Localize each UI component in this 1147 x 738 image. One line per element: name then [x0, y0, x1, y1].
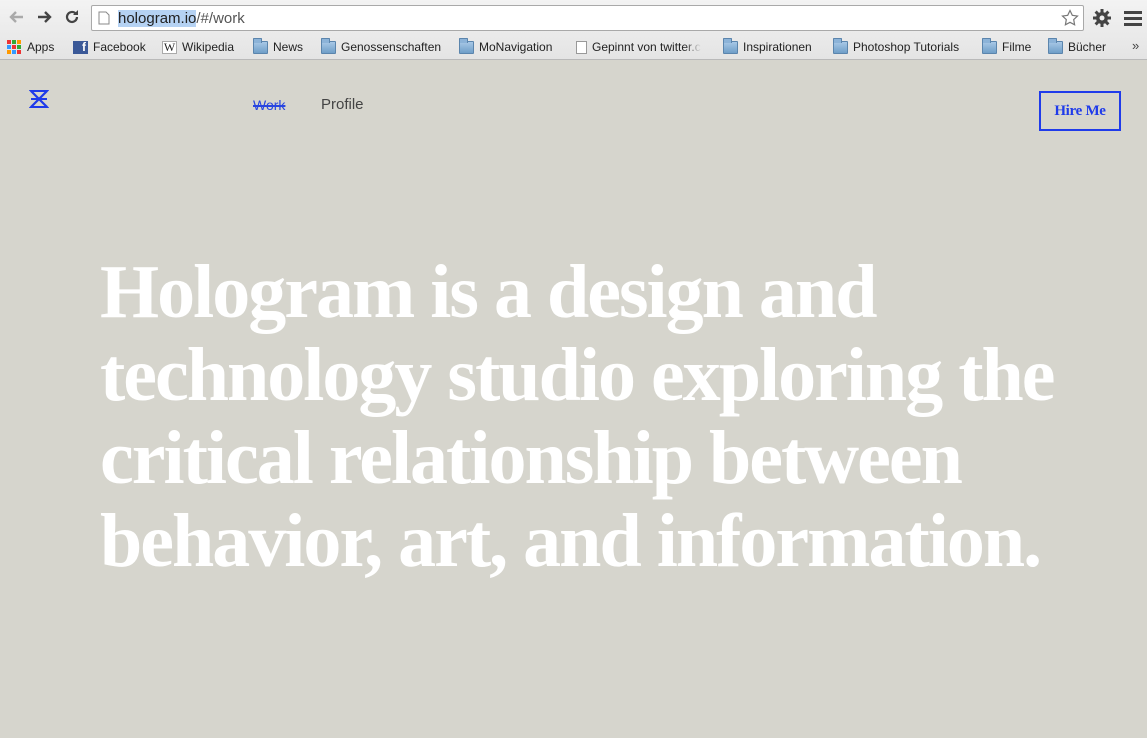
bookmark-folder-buecher[interactable]: Bücher — [1048, 37, 1106, 56]
bookmarks-overflow-button[interactable]: » — [1132, 38, 1139, 53]
page-icon — [98, 11, 110, 25]
facebook-icon: f — [73, 40, 88, 54]
bookmarks-bar: Apps f Facebook W Wikipedia News Genosse… — [0, 35, 1147, 59]
bookmark-facebook[interactable]: f Facebook — [73, 38, 146, 56]
hire-me-button[interactable]: Hire Me — [1039, 91, 1121, 131]
hologram-logo-icon[interactable] — [29, 89, 49, 109]
hero-headline: Hologram is a design and technology stud… — [100, 250, 1056, 583]
bookmark-folder-photoshop-tutorials[interactable]: Photoshop Tutorials — [833, 37, 959, 56]
reload-button[interactable] — [60, 5, 84, 29]
folder-icon — [459, 37, 474, 54]
address-bar[interactable]: hologram.io/#/work — [91, 5, 1084, 31]
back-arrow-icon — [9, 11, 23, 23]
settings-gear-icon[interactable] — [1092, 8, 1112, 28]
folder-icon — [253, 37, 268, 54]
bookmark-folder-genossenschaften[interactable]: Genossenschaften — [321, 37, 441, 56]
folder-icon — [982, 37, 997, 54]
back-button[interactable] — [5, 5, 29, 29]
bookmark-folder-inspirationen[interactable]: Inspirationen — [723, 37, 812, 56]
url-text: hologram.io/#/work — [118, 9, 245, 27]
bookmark-folder-news[interactable]: News — [253, 37, 303, 56]
apps-grid-icon — [7, 40, 21, 54]
browser-menu-icon[interactable] — [1124, 8, 1142, 28]
folder-icon — [723, 37, 738, 54]
bookmark-apps[interactable]: Apps — [7, 38, 54, 56]
browser-chrome: hologram.io/#/work Apps f Facebook W Wik… — [0, 0, 1147, 60]
bookmark-folder-filme[interactable]: Filme — [982, 37, 1031, 56]
bookmark-wikipedia[interactable]: W Wikipedia — [162, 38, 234, 56]
bookmark-gepinnt[interactable]: Gepinnt von twitter.c — [576, 38, 701, 56]
page-content: Work Profile Hire Me Hologram is a desig… — [0, 61, 1147, 738]
nav-link-profile[interactable]: Profile — [321, 96, 364, 113]
bookmark-star-icon[interactable] — [1061, 9, 1079, 27]
forward-button[interactable] — [32, 5, 56, 29]
wikipedia-icon: W — [162, 39, 177, 54]
reload-icon — [65, 10, 79, 24]
folder-icon — [1048, 37, 1063, 54]
page-icon — [576, 40, 587, 54]
forward-arrow-icon — [38, 11, 52, 23]
folder-icon — [321, 37, 336, 54]
browser-toolbar: hologram.io/#/work — [0, 0, 1147, 35]
nav-link-work[interactable]: Work — [253, 97, 285, 113]
bookmark-folder-monavigation[interactable]: MoNavigation — [459, 37, 552, 56]
folder-icon — [833, 37, 848, 54]
